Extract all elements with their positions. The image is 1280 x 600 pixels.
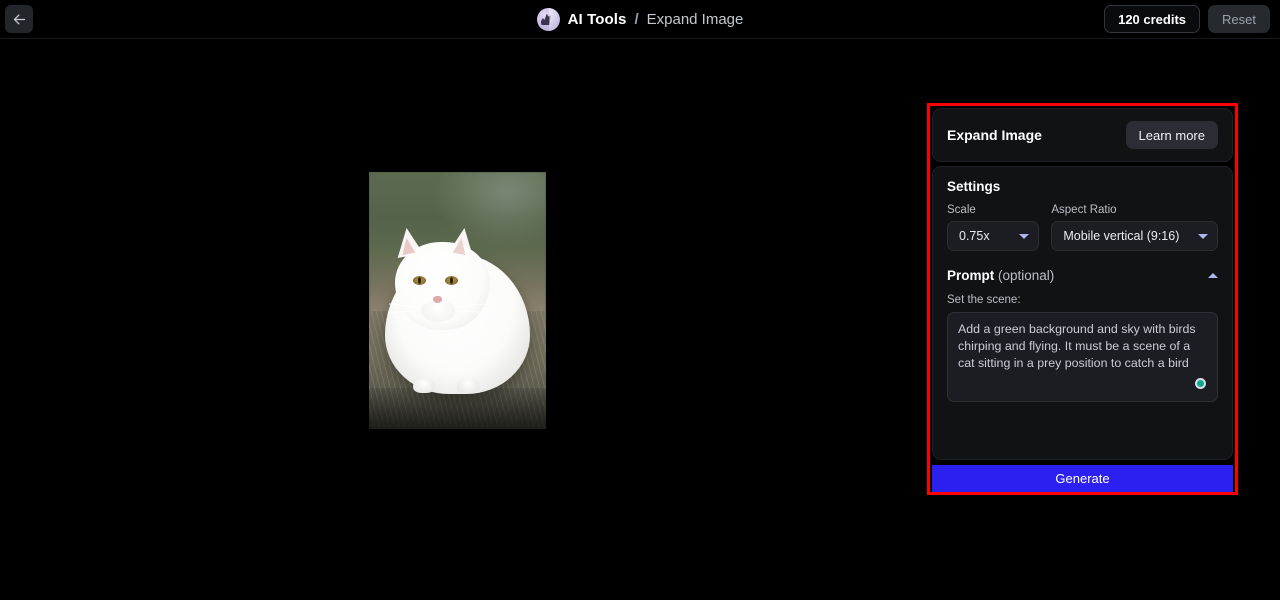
chevron-up-icon[interactable] [1208, 273, 1218, 278]
prompt-sub-label: Set the scene: [947, 294, 1021, 306]
prompt-text-value: Add a green background and sky with bird… [958, 322, 1196, 370]
scale-select[interactable]: 0.75x [947, 221, 1040, 251]
settings-heading: Settings [947, 179, 1001, 194]
image-canvas[interactable] [0, 39, 928, 600]
learn-more-button[interactable]: Learn more [1125, 121, 1218, 149]
header-actions: 120 credits Reset [1104, 5, 1270, 33]
aspect-ratio-label: Aspect Ratio [1051, 204, 1117, 216]
brand-name[interactable]: AI Tools [568, 11, 627, 28]
breadcrumb-separator: / [634, 11, 639, 28]
panel-header: Expand Image Learn more [932, 108, 1233, 162]
scale-value: 0.75x [959, 229, 990, 243]
cat-nose [433, 296, 442, 303]
cat-paw-right [457, 379, 479, 393]
cat-muzzle [421, 300, 455, 322]
aspect-ratio-value: Mobile vertical (9:16) [1063, 229, 1180, 243]
cat-paw-left [413, 379, 435, 393]
status-dot-icon[interactable] [1195, 378, 1206, 389]
aspect-ratio-field: Aspect Ratio Mobile vertical (9:16) [1051, 204, 1218, 251]
cat-eye-right [445, 276, 458, 285]
cat-eye-left [413, 276, 426, 285]
chevron-down-icon [1198, 233, 1208, 239]
panel-body: Settings Scale 0.75x Aspect Ratio Mobile… [932, 166, 1233, 460]
panel-title: Expand Image [947, 127, 1042, 143]
aspect-ratio-select[interactable]: Mobile vertical (9:16) [1051, 221, 1218, 251]
prompt-textarea[interactable]: Add a green background and sky with bird… [947, 312, 1218, 402]
cat-ear-inner-left [399, 236, 416, 256]
scale-label: Scale [947, 204, 976, 216]
credits-badge[interactable]: 120 credits [1104, 5, 1201, 33]
cat-ear-inner-right [452, 236, 469, 256]
breadcrumb: AI Tools / Expand Image [0, 0, 1280, 39]
chevron-down-icon [1019, 233, 1030, 239]
breadcrumb-current-page: Expand Image [646, 11, 744, 28]
image-ground-shadow [369, 387, 546, 429]
generate-button[interactable]: Generate [932, 465, 1233, 492]
scale-field: Scale 0.75x [947, 204, 1040, 251]
prompt-optional-text: (optional) [998, 268, 1055, 283]
prompt-title: Prompt (optional) [947, 268, 1054, 283]
reset-button[interactable]: Reset [1208, 5, 1270, 33]
settings-fields: Scale 0.75x Aspect Ratio Mobile vertical… [947, 204, 1218, 251]
app-header: AI Tools / Expand Image 120 credits Rese… [0, 0, 1280, 39]
prompt-title-text: Prompt [947, 268, 995, 283]
ai-tools-logo-icon [536, 8, 560, 31]
source-image[interactable] [369, 172, 546, 429]
expand-image-panel: Expand Image Learn more Settings Scale 0… [927, 103, 1238, 495]
prompt-section-header[interactable]: Prompt (optional) [947, 268, 1218, 283]
